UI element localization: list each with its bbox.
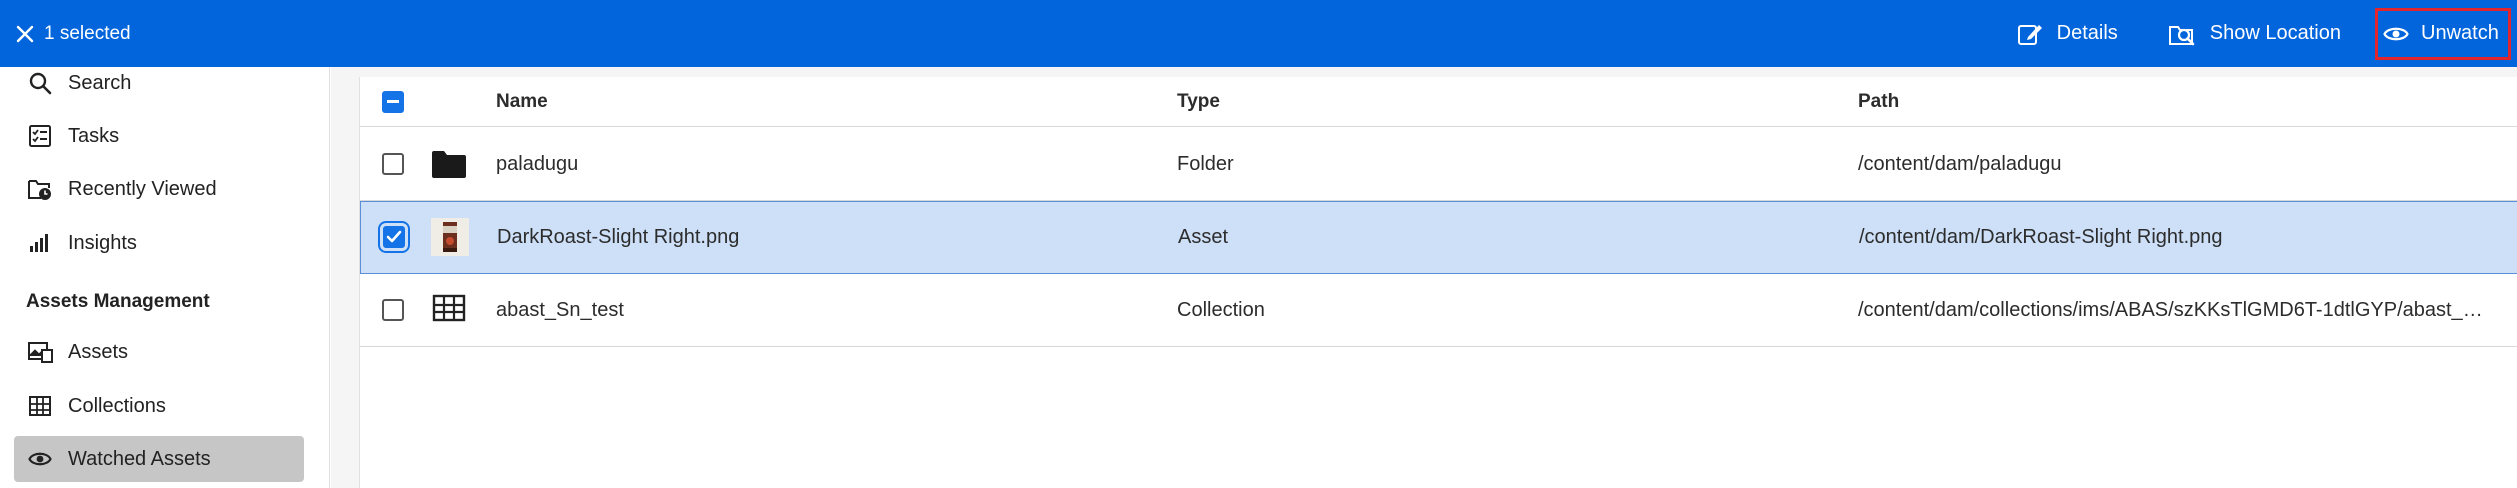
row-type: Collection	[1177, 298, 1265, 321]
row-path: /content/dam/paladugu	[1858, 152, 2062, 175]
sidebar-item-label: Search	[68, 71, 132, 94]
sidebar-item-label: Tasks	[68, 124, 120, 147]
sidebar-item-label: Watched Assets	[68, 447, 211, 470]
sidebar-item-watched-assets[interactable]: Watched Assets	[14, 436, 304, 482]
sidebar-item-insights[interactable]: Insights	[14, 220, 304, 266]
recently-viewed-icon	[26, 175, 54, 203]
row-checkbox[interactable]	[378, 221, 410, 253]
row-checkbox[interactable]	[382, 299, 404, 321]
selected-count: 1 selected	[44, 22, 131, 44]
sidebar: Search Tasks Recently Viewed Insights As…	[0, 67, 330, 488]
row-name[interactable]: DarkRoast-Slight Right.png	[497, 226, 739, 249]
sidebar-item-label: Recently Viewed	[68, 177, 217, 200]
row-type: Asset	[1178, 226, 1229, 248]
assets-icon	[26, 338, 54, 366]
eye-icon	[26, 445, 54, 473]
show-location-label: Show Location	[2209, 22, 2341, 44]
edit-details-icon	[2017, 24, 2042, 45]
column-header-name[interactable]: Name	[496, 91, 548, 113]
folder-icon	[430, 145, 468, 183]
collections-icon	[26, 392, 54, 420]
sidebar-item-label: Collections	[68, 394, 166, 417]
sidebar-item-label: Insights	[68, 231, 137, 254]
image-thumbnail	[431, 218, 469, 256]
unwatch-button[interactable]: Unwatch	[2375, 7, 2511, 60]
insights-icon	[26, 229, 54, 257]
row-path: /content/dam/DarkRoast-Slight Right.png	[1859, 226, 2223, 248]
show-location-button[interactable]: Show Location	[2154, 12, 2355, 56]
row-checkbox[interactable]	[382, 153, 404, 175]
close-icon	[16, 25, 34, 42]
column-header-type[interactable]: Type	[1177, 91, 1220, 113]
assets-table: Name Type Path paladugu Folder /content/…	[359, 77, 2517, 488]
table-header: Name Type Path	[360, 77, 2517, 127]
selection-action-bar: 1 selected Details Show Location Unwatch	[0, 0, 2517, 67]
table-row[interactable]: paladugu Folder /content/dam/paladugu	[360, 128, 2517, 201]
column-header-path[interactable]: Path	[1858, 91, 1899, 113]
row-path: /content/dam/collections/ims/ABAS/szKKsT…	[1858, 298, 2488, 321]
row-type: Folder	[1177, 152, 1234, 175]
row-name[interactable]: abast_Sn_test	[496, 299, 624, 322]
sidebar-item-recently-viewed[interactable]: Recently Viewed	[14, 166, 304, 212]
checkmark-icon	[386, 230, 402, 243]
indeterminate-icon	[387, 100, 399, 103]
eye-icon	[2383, 27, 2409, 40]
select-all-checkbox[interactable]	[382, 91, 404, 113]
table-row[interactable]: abast_Sn_test Collection /content/dam/co…	[360, 274, 2517, 347]
search-icon	[26, 69, 54, 97]
unwatch-label: Unwatch	[2421, 22, 2499, 44]
sidebar-item-collections[interactable]: Collections	[14, 383, 304, 429]
selection-status: 1 selected	[14, 0, 131, 67]
row-name[interactable]: paladugu	[496, 153, 578, 176]
show-location-icon	[2168, 25, 2195, 45]
sidebar-item-assets[interactable]: Assets	[14, 329, 304, 375]
collection-grid-icon	[430, 289, 468, 327]
sidebar-item-search[interactable]: Search	[14, 67, 304, 99]
close-selection-button[interactable]	[14, 23, 36, 45]
content-area: Name Type Path paladugu Folder /content/…	[331, 67, 2517, 488]
table-row[interactable]: DarkRoast-Slight Right.png Asset /conten…	[360, 201, 2517, 274]
details-label: Details	[2056, 22, 2118, 44]
section-title-assets-management: Assets Management	[26, 291, 210, 312]
sidebar-item-tasks[interactable]: Tasks	[14, 113, 304, 159]
sidebar-item-label: Assets	[68, 340, 129, 363]
tasks-icon	[26, 122, 54, 150]
action-buttons: Details Show Location Unwatch	[2003, 0, 2517, 67]
details-button[interactable]: Details	[2003, 12, 2132, 56]
